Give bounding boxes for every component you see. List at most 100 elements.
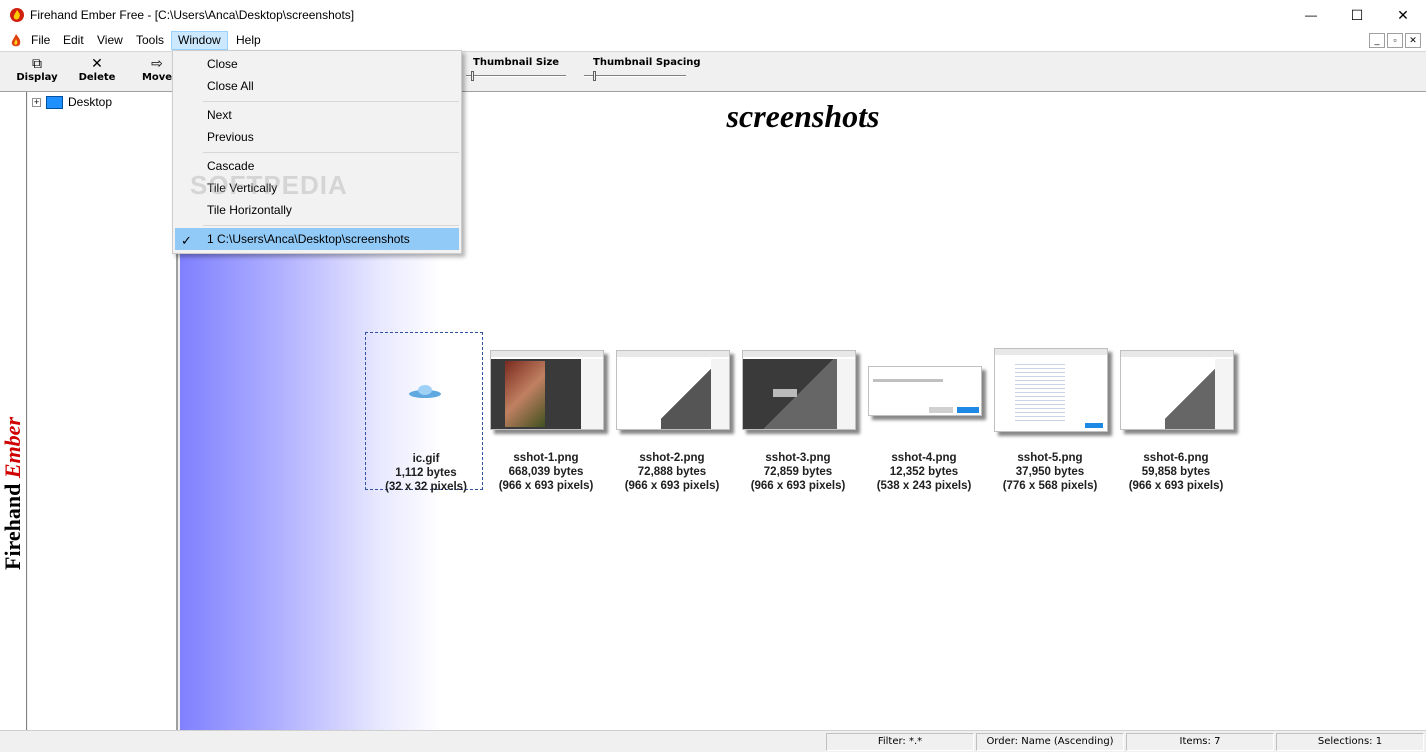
softpedia-watermark: SOFTPEDIA bbox=[190, 170, 348, 200]
menu-separator bbox=[203, 101, 459, 102]
delete-button-label: Delete bbox=[78, 72, 116, 83]
thumbnail-filename: sshot-1.png bbox=[513, 452, 579, 464]
status-items: Items: 7 bbox=[1126, 733, 1274, 751]
checkmark-icon: ✓ bbox=[181, 233, 192, 248]
menu-item-window-1[interactable]: ✓ 1 C:\Users\Anca\Desktop\screenshots bbox=[175, 228, 459, 250]
menu-help[interactable]: Help bbox=[230, 31, 267, 50]
menu-item-next[interactable]: Next bbox=[175, 104, 459, 126]
delete-button[interactable]: ✕ Delete bbox=[74, 56, 120, 90]
menu-separator bbox=[203, 225, 459, 226]
thumbnail-size: 1,112 bytes bbox=[395, 467, 457, 479]
thumbnail-dimensions: (538 x 243 pixels) bbox=[876, 480, 972, 492]
thumbnail-filename: sshot-2.png bbox=[639, 452, 705, 464]
mdi-restore-button[interactable]: ▫ bbox=[1387, 33, 1403, 48]
folder-tree: + Desktop bbox=[28, 92, 178, 730]
thumbnail-image bbox=[1120, 350, 1234, 430]
status-selections: Selections: 1 bbox=[1276, 733, 1424, 751]
brand-logo: Firehand Ember bbox=[0, 416, 26, 570]
status-order: Order: Name (Ascending) bbox=[976, 733, 1124, 751]
thumbnail-caption: sshot-5.png 37,950 bytes (776 x 568 pixe… bbox=[980, 451, 1120, 493]
thumbnail-size: 72,859 bytes bbox=[763, 466, 833, 478]
brand-strip: Firehand Ember bbox=[0, 92, 27, 730]
thumbnail-item[interactable]: sshot-3.png 72,859 bytes (966 x 693 pixe… bbox=[738, 332, 856, 492]
thumbnail-spacing-slider[interactable] bbox=[593, 71, 596, 81]
thumbnail-caption: ic.gif 1,112 bytes (32 x 32 pixels) bbox=[356, 452, 496, 494]
thumbnail-filename: ic.gif bbox=[412, 453, 440, 465]
thumbnail-image bbox=[616, 350, 730, 430]
window-menu-dropdown: Close Close All Next Previous Cascade Ti… bbox=[172, 50, 462, 254]
thumbnail-size-track[interactable] bbox=[466, 75, 566, 77]
brand-ember: Ember bbox=[0, 416, 25, 479]
thumbnail-dimensions: (32 x 32 pixels) bbox=[385, 481, 467, 493]
thumbnail-item[interactable]: sshot-2.png 72,888 bytes (966 x 693 pixe… bbox=[612, 332, 730, 492]
thumbnail-size: 37,950 bytes bbox=[1015, 466, 1085, 478]
menu-bar: File Edit View Tools Window Help bbox=[0, 30, 1426, 51]
thumbnail-image bbox=[994, 348, 1108, 432]
menu-edit[interactable]: Edit bbox=[57, 31, 90, 50]
thumbnail-size: 12,352 bytes bbox=[889, 466, 959, 478]
minimize-icon: — bbox=[1305, 8, 1317, 22]
close-button[interactable]: ✕ bbox=[1380, 0, 1426, 30]
tree-expander-desktop[interactable]: + bbox=[32, 98, 41, 107]
thumbnail-size-label: Thumbnail Size bbox=[473, 57, 560, 68]
menu-file[interactable]: File bbox=[25, 31, 56, 50]
menu-window[interactable]: Window bbox=[171, 31, 228, 50]
mdi-close-button[interactable]: ✕ bbox=[1405, 33, 1421, 48]
maximize-icon: ☐ bbox=[1350, 6, 1364, 23]
thumbnail-spacing-label: Thumbnail Spacing bbox=[593, 57, 701, 68]
brand-firehand: Firehand bbox=[0, 483, 25, 570]
title-bar: Firehand Ember Free - [C:\Users\Anca\Des… bbox=[0, 0, 1426, 30]
thumbnail-item[interactable]: ic.gif 1,112 bytes (32 x 32 pixels) bbox=[365, 332, 483, 493]
thumbnail-filename: sshot-6.png bbox=[1143, 452, 1209, 464]
thumbnail-size-slider[interactable] bbox=[471, 71, 474, 81]
thumbnail-size: 59,858 bytes bbox=[1141, 466, 1211, 478]
flame-icon[interactable] bbox=[9, 33, 23, 48]
tree-item-desktop[interactable]: Desktop bbox=[68, 95, 112, 109]
thumbnail-image bbox=[742, 350, 856, 430]
menu-view[interactable]: View bbox=[91, 31, 129, 50]
thumbnail-dimensions: (776 x 568 pixels) bbox=[1002, 480, 1098, 492]
thumbnail-caption: sshot-2.png 72,888 bytes (966 x 693 pixe… bbox=[602, 451, 742, 493]
thumbnail-item[interactable]: sshot-5.png 37,950 bytes (776 x 568 pixe… bbox=[990, 332, 1108, 492]
ufo-icon bbox=[409, 385, 441, 398]
menu-item-close[interactable]: Close bbox=[175, 53, 459, 75]
menu-item-previous[interactable]: Previous bbox=[175, 126, 459, 148]
thumbnail-dimensions: (966 x 693 pixels) bbox=[750, 480, 846, 492]
thumbnail-filename: sshot-5.png bbox=[1017, 452, 1083, 464]
display-button[interactable]: ⧉ Display bbox=[14, 56, 60, 90]
menu-item-window-1-label: 1 C:\Users\Anca\Desktop\screenshots bbox=[207, 232, 410, 246]
move-button-label: Move bbox=[141, 72, 173, 83]
thumbnail-item[interactable]: sshot-1.png 668,039 bytes (966 x 693 pix… bbox=[486, 332, 604, 492]
thumbnail-dimensions: (966 x 693 pixels) bbox=[624, 480, 720, 492]
delete-icon: ✕ bbox=[91, 56, 103, 72]
status-bar: Filter: *.* Order: Name (Ascending) Item… bbox=[0, 730, 1426, 752]
thumbnail-caption: sshot-1.png 668,039 bytes (966 x 693 pix… bbox=[476, 451, 616, 493]
display-button-label: Display bbox=[16, 72, 58, 83]
close-icon: ✕ bbox=[1397, 6, 1409, 23]
thumbnail-filename: sshot-4.png bbox=[891, 452, 957, 464]
minimize-button[interactable]: — bbox=[1288, 0, 1334, 30]
menu-item-tile-horizontally[interactable]: Tile Horizontally bbox=[175, 199, 459, 221]
display-icon: ⧉ bbox=[32, 56, 42, 72]
thumbnail-dimensions: (966 x 693 pixels) bbox=[1128, 480, 1224, 492]
thumbnail-filename: sshot-3.png bbox=[765, 452, 831, 464]
thumbnail-image bbox=[490, 350, 604, 430]
thumbnail-size: 668,039 bytes bbox=[508, 466, 584, 478]
thumbnail-item[interactable]: sshot-4.png 12,352 bytes (538 x 243 pixe… bbox=[864, 332, 982, 492]
desktop-icon bbox=[46, 96, 63, 109]
thumbnail-dimensions: (966 x 693 pixels) bbox=[498, 480, 594, 492]
window-title: Firehand Ember Free - [C:\Users\Anca\Des… bbox=[30, 8, 355, 22]
firehand-app-icon[interactable] bbox=[9, 7, 25, 23]
menu-separator bbox=[203, 152, 459, 153]
thumbnail-item[interactable]: sshot-6.png 59,858 bytes (966 x 693 pixe… bbox=[1116, 332, 1234, 492]
status-filter: Filter: *.* bbox=[826, 733, 974, 751]
thumbnail-caption: sshot-3.png 72,859 bytes (966 x 693 pixe… bbox=[728, 451, 868, 493]
thumbnail-size: 72,888 bytes bbox=[637, 466, 707, 478]
maximize-button[interactable]: ☐ bbox=[1334, 0, 1380, 30]
menu-tools[interactable]: Tools bbox=[130, 31, 170, 50]
thumbnail-image bbox=[868, 366, 982, 416]
thumbnail-caption: sshot-4.png 12,352 bytes (538 x 243 pixe… bbox=[854, 451, 994, 493]
thumbnail-spacing-track[interactable] bbox=[584, 75, 686, 77]
menu-item-close-all[interactable]: Close All bbox=[175, 75, 459, 97]
mdi-minimize-button[interactable]: _ bbox=[1369, 33, 1385, 48]
